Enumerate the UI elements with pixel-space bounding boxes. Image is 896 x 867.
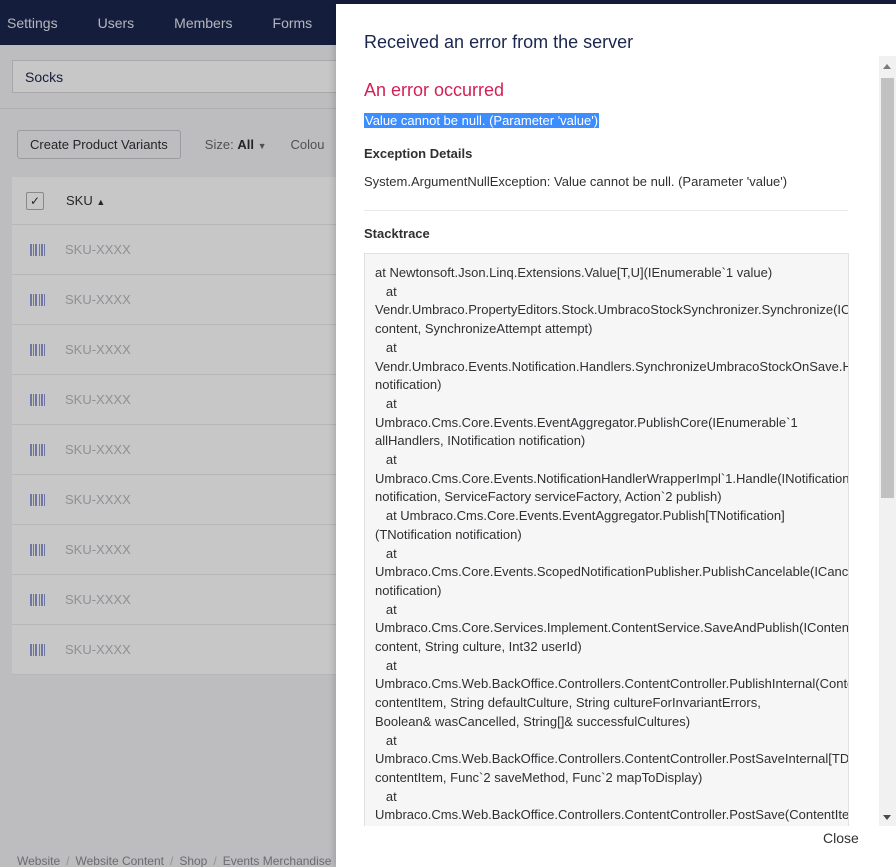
stacktrace-title: Stacktrace: [364, 226, 430, 241]
stacktrace-box: at Newtonsoft.Json.Linq.Extensions.Value…: [364, 253, 849, 826]
section-divider: [364, 210, 848, 211]
exception-details-title: Exception Details: [364, 146, 473, 161]
close-button[interactable]: Close: [823, 830, 859, 846]
error-message: Value cannot be null. (Parameter 'value'…: [364, 113, 600, 128]
error-dialog: Received an error from the server An err…: [336, 4, 896, 867]
dialog-title: Received an error from the server: [364, 32, 634, 52]
scroll-down-arrow-icon[interactable]: [883, 815, 891, 820]
dialog-scrollbar[interactable]: [879, 56, 896, 826]
dialog-scroll-area: An error occurred Value cannot be null. …: [336, 56, 896, 826]
stacktrace-text: at Newtonsoft.Json.Linq.Extensions.Value…: [375, 265, 849, 823]
error-heading: An error occurred: [364, 80, 505, 100]
exception-details-text: System.ArgumentNullException: Value cann…: [364, 174, 788, 189]
scroll-up-arrow-icon[interactable]: [883, 64, 891, 69]
scrollbar-thumb[interactable]: [881, 78, 894, 498]
